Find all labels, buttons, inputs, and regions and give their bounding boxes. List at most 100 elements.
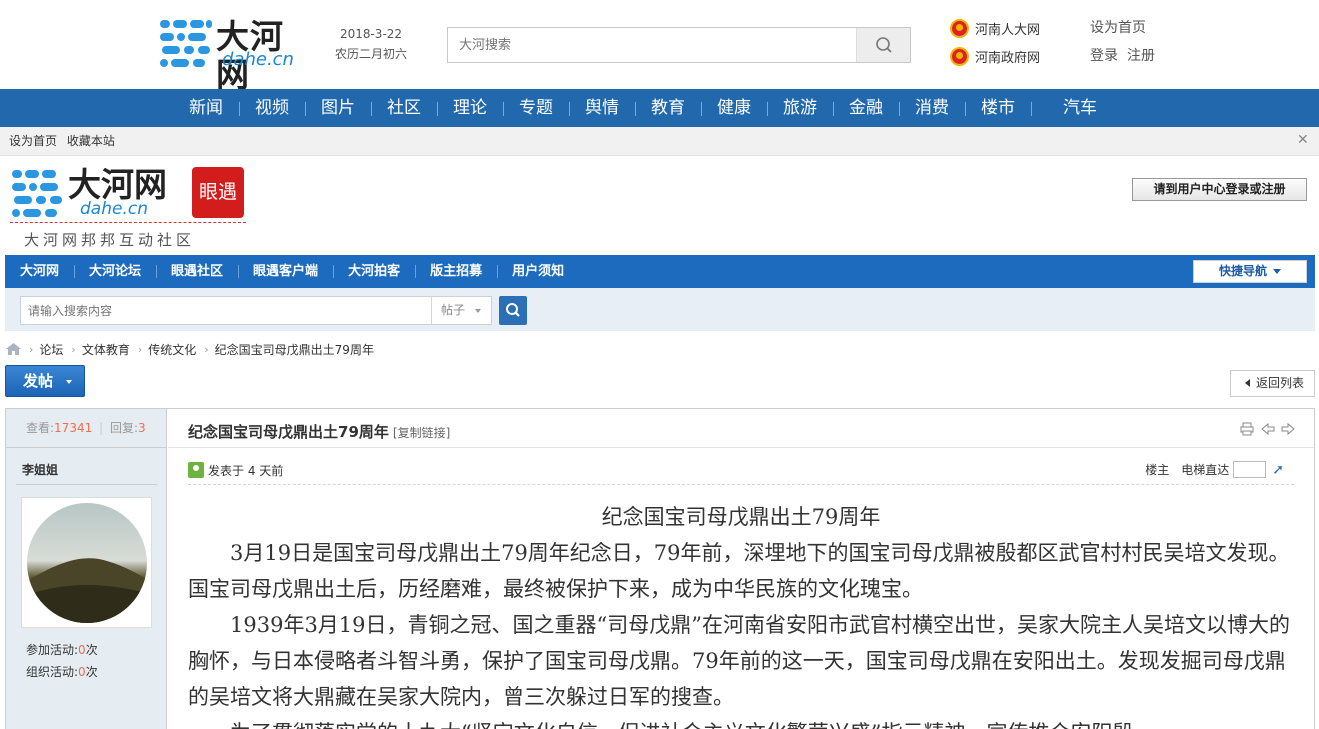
reply-count: 3 <box>137 421 146 435</box>
organize-activity-count: 组织活动:0次 <box>26 665 98 679</box>
national-emblem-icon <box>950 46 969 66</box>
post-title-bar: 纪念国宝司母戊鼎出土79周年 [复制链接] <box>168 409 1314 448</box>
forum-search-input[interactable] <box>21 297 431 324</box>
forum-nav-user-notice[interactable]: 用户须知 <box>497 255 579 288</box>
nav-opinion[interactable]: 舆情 <box>569 89 635 127</box>
nav-health[interactable]: 健康 <box>701 89 767 127</box>
login-register-button[interactable]: 请到用户中心登录或注册 <box>1132 178 1307 201</box>
floor-jump-input[interactable] <box>1233 461 1267 478</box>
eye-badge: 眼遇 <box>192 167 244 218</box>
forum-nav: 大河网 大河论坛 眼遇社区 眼遇客户端 大河拍客 版主招募 用户须知 快捷导航 <box>5 255 1315 288</box>
collapse-icon[interactable]: ✕ <box>1297 133 1311 147</box>
content-paragraph: 1939年3月19日，青铜之冠、国之重器“司母戊鼎”在河南省安阳市武官村横空出世… <box>188 613 1290 709</box>
nav-special[interactable]: 专题 <box>503 89 569 127</box>
logo-en-text: dahe.cn <box>222 49 294 70</box>
search-icon <box>506 303 520 317</box>
search-type-select[interactable]: 帖子 <box>431 297 491 324</box>
nav-pictures[interactable]: 图片 <box>305 89 371 127</box>
author-name[interactable]: 李姐姐 <box>22 461 58 478</box>
breadcrumb-forum[interactable]: 论坛 <box>39 341 63 358</box>
nav-news[interactable]: 新闻 <box>173 89 239 127</box>
chevron-down-icon <box>1273 269 1281 274</box>
nav-community[interactable]: 社区 <box>371 89 437 127</box>
dahe-logo[interactable]: 大河网 dahe.cn <box>160 18 315 94</box>
landscape-icon <box>27 558 147 623</box>
author-sidebar: 查看:17341 | 回复:3 李姐姐 参加活动:0次 组织活动:0次 <box>6 409 167 729</box>
forum-toolbar: 设为首页 收藏本站 ✕ <box>0 127 1319 156</box>
date-text: 2018-3-22 <box>339 27 403 41</box>
nav-travel[interactable]: 旅游 <box>767 89 833 127</box>
post-main: 纪念国宝司母戊鼎出土79周年 [复制链接] 发表于 4 天前 楼主 电梯直达 ➚ … <box>168 409 1314 729</box>
post-container: 查看:17341 | 回复:3 李姐姐 参加活动:0次 组织活动:0次 纪念国宝… <box>5 408 1315 729</box>
breadcrumb-culture[interactable]: 文体教育 <box>82 341 130 358</box>
breadcrumb-tradition[interactable]: 传统文化 <box>148 341 196 358</box>
chevron-right-icon: › <box>204 342 209 356</box>
post-stats: 查看:17341 | 回复:3 <box>6 409 166 448</box>
date-display: 2018-3-22 农历二月初六 <box>331 24 411 64</box>
view-count: 17341 <box>54 421 93 435</box>
forum-nav-dahe[interactable]: 大河网 <box>5 255 74 288</box>
next-thread-icon[interactable] <box>1281 422 1295 436</box>
site-header: 大河网 dahe.cn 2018-3-22 农历二月初六 河南人大网 河南政府网… <box>0 0 1319 94</box>
logo-dots-icon <box>160 20 212 67</box>
avatar[interactable] <box>21 497 152 628</box>
site-search <box>447 27 911 63</box>
nav-video[interactable]: 视频 <box>239 89 305 127</box>
forum-nav-eye-app[interactable]: 眼遇客户端 <box>238 255 333 288</box>
toolbar-bookmark[interactable]: 收藏本站 <box>67 134 115 148</box>
forum-slogan: 大河网邦邦互动社区 <box>24 231 196 249</box>
forum-search-bar: 帖子 <box>5 288 1315 331</box>
forum-nav-paike[interactable]: 大河拍客 <box>333 255 415 288</box>
forum-nav-bbs[interactable]: 大河论坛 <box>74 255 156 288</box>
site-search-button[interactable] <box>856 28 910 62</box>
online-status-icon <box>188 462 204 478</box>
content-title: 纪念国宝司母戊鼎出土79周年 <box>601 505 881 529</box>
nav-auto[interactable]: 汽车 <box>1031 89 1113 127</box>
national-emblem-icon <box>950 18 969 38</box>
content-paragraph: 3月19日是国宝司母戊鼎出土79周年纪念日，79年前，深埋地下的国宝司母戊鼎被殷… <box>188 541 1290 601</box>
site-search-input[interactable] <box>448 28 856 62</box>
login-link[interactable]: 登录 <box>1090 48 1118 64</box>
nav-theory[interactable]: 理论 <box>437 89 503 127</box>
home-icon[interactable] <box>6 343 21 355</box>
forum-search-button[interactable] <box>499 296 527 325</box>
chevron-down-icon <box>475 309 481 313</box>
link-henan-gov[interactable]: 河南政府网 <box>950 42 1060 70</box>
main-nav: 新闻 视频 图片 社区 理论 专题 舆情 教育 健康 旅游 金融 消费 楼市 汽… <box>0 89 1319 127</box>
chevron-right-icon: › <box>137 342 143 356</box>
back-to-list-button[interactable]: 返回列表 <box>1230 370 1315 397</box>
forum-nav-eye-community[interactable]: 眼遇社区 <box>156 255 238 288</box>
print-icon[interactable] <box>1240 422 1254 436</box>
floor-label: 楼主 <box>1145 463 1170 477</box>
register-link[interactable]: 注册 <box>1127 48 1155 64</box>
search-icon <box>876 37 892 53</box>
forum-logo[interactable]: 大河网 dahe.cn 眼遇 大河网邦邦互动社区 <box>10 166 250 252</box>
join-activity-count: 参加活动:0次 <box>26 643 98 657</box>
avatar-image <box>27 503 147 623</box>
link-henan-renda[interactable]: 河南人大网 <box>950 14 1060 42</box>
divider <box>16 484 157 485</box>
lunar-date-text: 农历二月初六 <box>334 47 407 61</box>
set-home-link[interactable]: 设为首页 <box>1090 20 1146 36</box>
nav-education[interactable]: 教育 <box>635 89 701 127</box>
jump-arrow-icon[interactable]: ➚ <box>1272 462 1284 478</box>
chevron-left-icon <box>1245 379 1250 387</box>
prev-thread-icon[interactable] <box>1261 422 1275 436</box>
toolbar-set-home[interactable]: 设为首页 <box>9 134 57 148</box>
forum-logo-en: dahe.cn <box>80 199 148 219</box>
new-post-button[interactable]: 发帖 <box>5 365 85 397</box>
breadcrumb: › 论坛 › 文体教育 › 传统文化 › 纪念国宝司母戊鼎出土79周年 <box>6 339 374 359</box>
chevron-right-icon: › <box>29 342 34 356</box>
nav-realestate[interactable]: 楼市 <box>965 89 1031 127</box>
nav-consumer[interactable]: 消费 <box>899 89 965 127</box>
nav-finance[interactable]: 金融 <box>833 89 899 127</box>
content-paragraph: 为了贯彻落实党的十九大“坚定文化自信，促进社会主义文化繁荣兴盛”指示精神，宣传推… <box>188 715 1294 729</box>
quick-nav-button[interactable]: 快捷导航 <box>1193 260 1307 283</box>
elevator-label: 电梯直达 <box>1181 463 1230 477</box>
post-title: 纪念国宝司母戊鼎出土79周年 [复制链接] <box>188 423 451 441</box>
post-meta: 发表于 4 天前 楼主 电梯直达 ➚ <box>188 461 1294 485</box>
forum-nav-moderator[interactable]: 版主招募 <box>415 255 497 288</box>
logo-dots-icon <box>12 170 62 217</box>
copy-link[interactable]: [复制链接] <box>393 426 450 440</box>
breadcrumb-current[interactable]: 纪念国宝司母戊鼎出土79周年 <box>215 341 374 358</box>
